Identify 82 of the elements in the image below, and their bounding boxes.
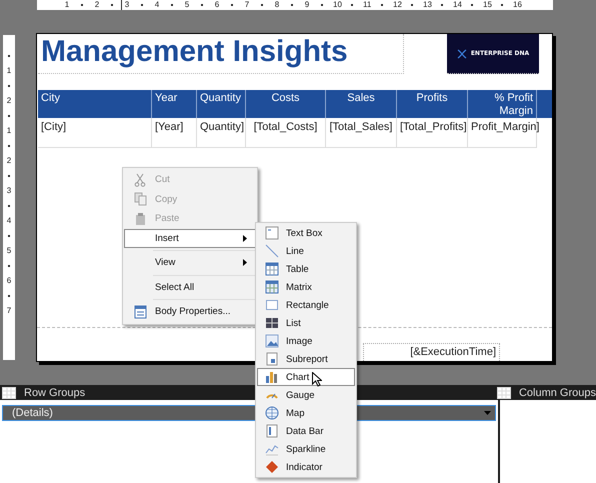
ruler-number: 16 — [513, 0, 521, 10]
column-groups-title: Column Groups — [518, 386, 596, 398]
column-header: Profits — [397, 90, 468, 118]
ruler-number: 1 — [6, 66, 12, 76]
ruler-number: 3 — [6, 186, 12, 196]
submenu-item[interactable]: Text Box — [257, 224, 355, 242]
execution-time-field: [&ExecutionTime] — [363, 343, 500, 361]
ruler-number: 10 — [333, 0, 341, 10]
table-icon — [265, 262, 279, 276]
paste-icon — [134, 212, 146, 226]
submenu-item[interactable]: Rectangle — [257, 296, 355, 314]
column-header: Sales — [326, 90, 397, 118]
column-header: % Profit Margin — [468, 90, 537, 118]
ruler-number: 4 — [6, 216, 12, 226]
table-cell: [City] — [38, 118, 152, 148]
ruler-number: 6 — [6, 276, 12, 286]
properties-icon — [134, 304, 146, 319]
diamond-icon — [265, 460, 279, 474]
table-cell: [Total_Costs] — [246, 118, 326, 148]
submenu-item[interactable]: List — [257, 314, 355, 332]
row-groups-title: Row Groups — [24, 386, 86, 398]
menu-item[interactable]: Insert — [124, 228, 256, 248]
submenu-item[interactable]: Indicator — [257, 458, 355, 476]
submenu-item[interactable]: Map — [257, 404, 355, 422]
ruler-number: 15 — [483, 0, 491, 10]
ruler-number: 7 — [244, 0, 250, 10]
submenu-arrow-icon — [243, 259, 247, 266]
submenu-item[interactable]: Data Bar — [257, 422, 355, 440]
column-header: City — [38, 90, 152, 118]
globe-icon — [265, 406, 279, 420]
table-cell: [Year] — [152, 118, 197, 148]
table-cell: Quantity] — [197, 118, 246, 148]
report-title: Management Insights — [38, 34, 404, 74]
ruler-number: 7 — [6, 306, 12, 316]
menu-item[interactable]: View — [124, 253, 256, 272]
ruler-number: 11 — [363, 0, 371, 10]
ruler-number: 3 — [124, 0, 130, 10]
submenu-item[interactable]: Gauge — [257, 386, 355, 404]
submenu-arrow-icon — [243, 234, 247, 242]
submenu-item[interactable]: Line — [257, 242, 355, 260]
ruler-number: 13 — [423, 0, 431, 10]
data-bar-icon — [265, 424, 279, 438]
mouse-pointer-icon — [312, 372, 322, 387]
submenu-item[interactable]: Table — [257, 260, 355, 278]
gauge-icon — [266, 391, 278, 399]
submenu-item[interactable]: Subreport — [257, 350, 355, 368]
bar-chart-icon — [265, 370, 279, 384]
ruler-number: 4 — [154, 0, 160, 10]
ruler-number: 5 — [184, 0, 190, 10]
ruler-number: 8 — [274, 0, 280, 10]
submenu-item[interactable]: Image — [257, 332, 355, 350]
ruler-number: 9 — [304, 0, 310, 10]
subreport-icon — [265, 352, 279, 366]
column-header: Quantity — [197, 90, 246, 118]
ruler-number: 1 — [64, 0, 70, 10]
submenu-item[interactable]: Matrix — [257, 278, 355, 296]
ruler-number: 1 — [6, 126, 12, 136]
rectangle-icon — [265, 298, 279, 312]
submenu-item[interactable]: Sparkline — [257, 440, 355, 458]
ruler-number: 2 — [94, 0, 100, 10]
submenu-item[interactable]: Chart — [257, 368, 355, 386]
copy-icon — [134, 192, 146, 206]
ruler-number: 6 — [214, 0, 220, 10]
list-icon — [265, 316, 279, 330]
ruler-number: 5 — [6, 246, 12, 256]
matrix-icon — [265, 280, 279, 294]
menu-item[interactable]: Body Properties... — [124, 302, 256, 322]
menu-item[interactable]: Select All — [124, 278, 256, 297]
dropdown-icon — [484, 411, 491, 415]
ruler-number: 2 — [6, 96, 12, 106]
text-box-icon — [265, 226, 279, 240]
column-header: Costs — [246, 90, 326, 118]
ruler-number: 14 — [453, 0, 461, 10]
table-cell: [Total_Sales] — [326, 118, 397, 148]
table-cell: [Total_Profits] — [397, 118, 468, 148]
ruler-number: 12 — [393, 0, 401, 10]
image-icon — [265, 334, 279, 348]
ruler-number: 2 — [6, 156, 12, 166]
line-icon — [265, 244, 279, 258]
scissors-icon — [134, 172, 146, 187]
column-header: Year — [152, 90, 197, 118]
table-cell: Profit_Margin] — [468, 118, 537, 148]
